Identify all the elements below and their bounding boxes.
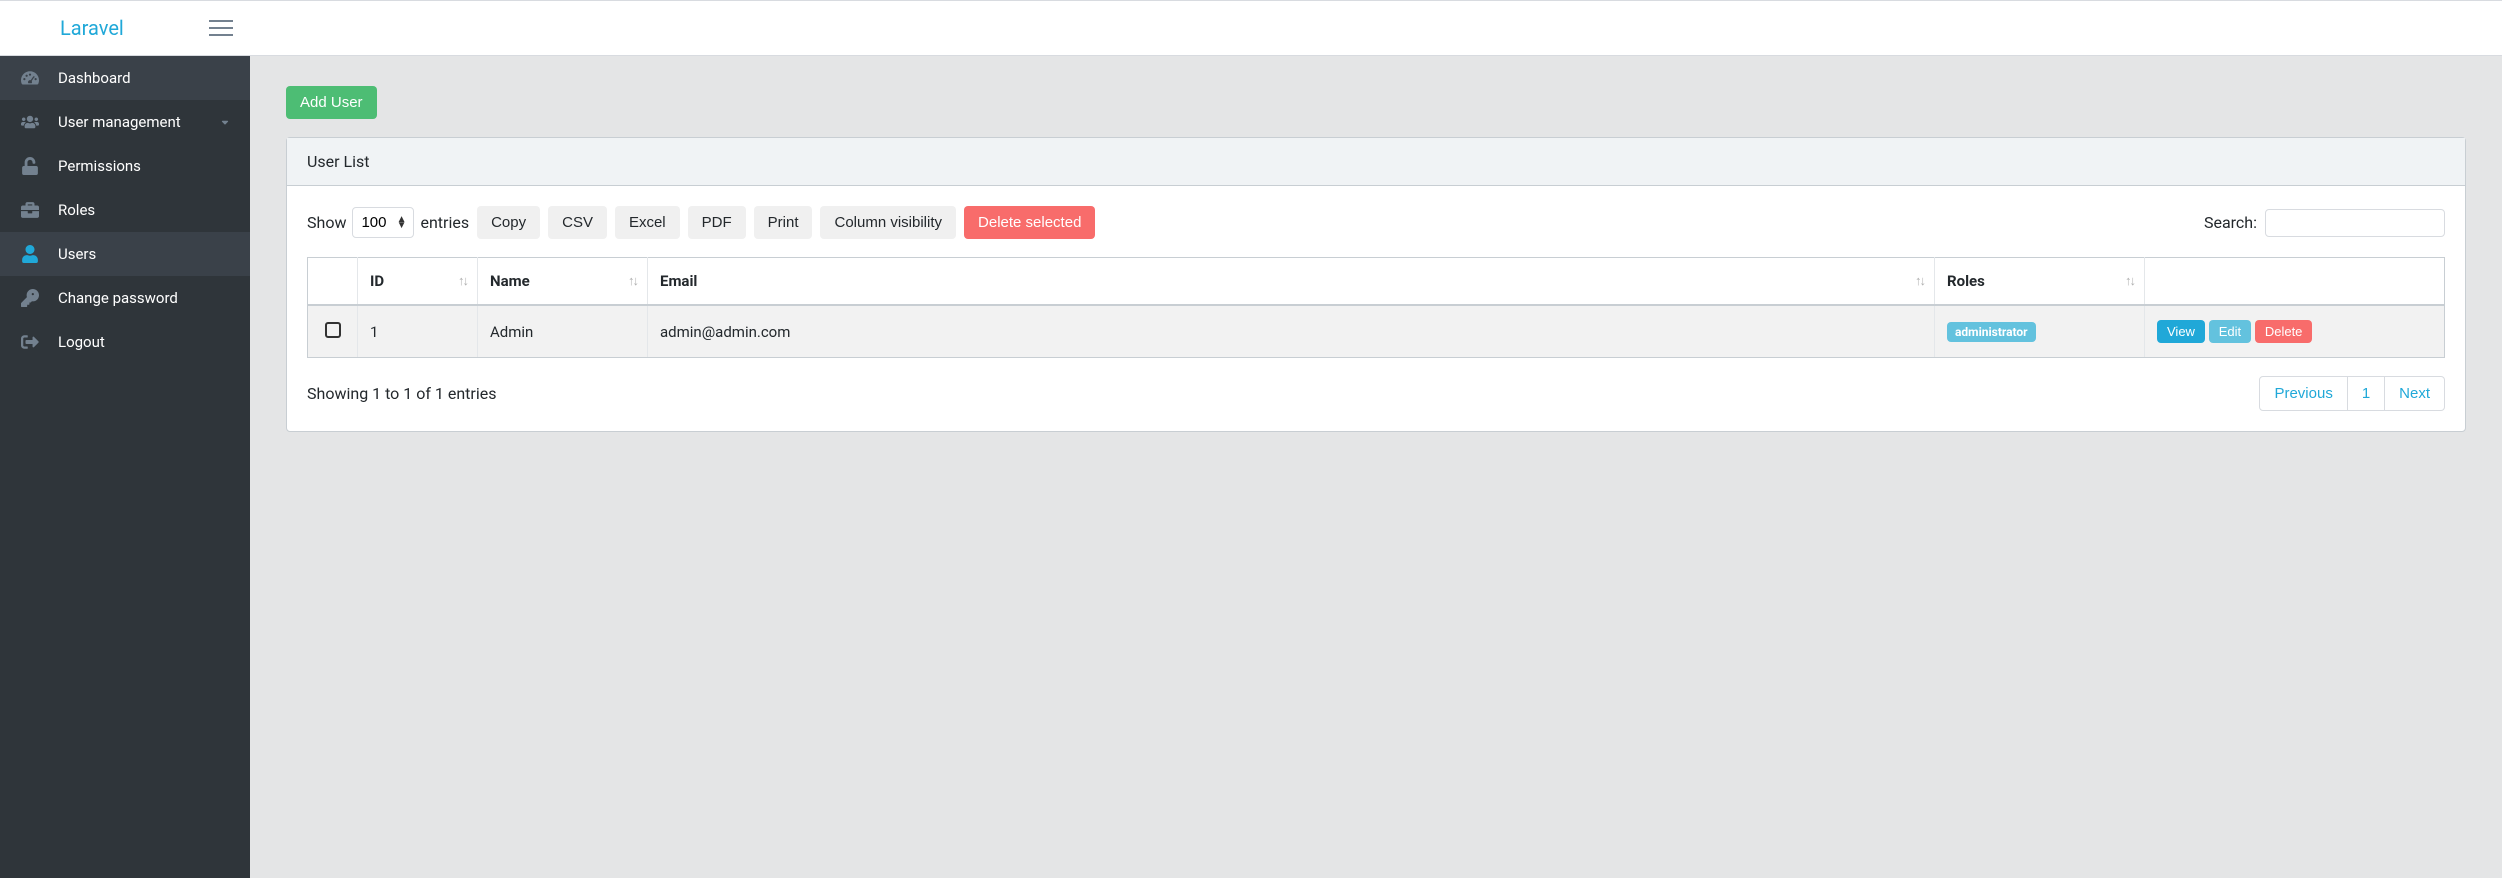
next-button[interactable]: Next (2385, 376, 2445, 411)
sidebar-item-change-password[interactable]: Change password (0, 276, 250, 320)
th-actions (2145, 258, 2445, 306)
table-info: Showing 1 to 1 of 1 entries (307, 384, 496, 403)
sign-out-icon (20, 333, 40, 351)
sidebar-item-label: User management (58, 113, 181, 131)
users-table: ID↑↓ Name↑↓ Email↑↓ Roles↑↓ 1 Admin ad (307, 257, 2445, 358)
sidebar-item-label: Logout (58, 333, 105, 351)
row-checkbox[interactable] (325, 322, 341, 338)
unlock-icon (20, 157, 40, 175)
length-suffix: entries (420, 213, 469, 232)
previous-button[interactable]: Previous (2259, 376, 2347, 411)
sidebar-item-label: Users (58, 245, 96, 263)
sidebar-item-permissions[interactable]: Permissions (0, 144, 250, 188)
user-list-card: User List Show 100 ▲▼ entries (286, 137, 2466, 432)
briefcase-icon (20, 201, 40, 219)
card-header: User List (287, 138, 2465, 186)
th-name[interactable]: Name↑↓ (478, 258, 648, 306)
pdf-button[interactable]: PDF (688, 206, 746, 239)
chevron-down-icon (220, 113, 230, 131)
content: Add User User List Show 100 ▲▼ (250, 56, 2502, 878)
search-label: Search: (2204, 213, 2257, 232)
sidebar-item-users[interactable]: Users (0, 232, 250, 276)
sidebar-item-label: Permissions (58, 157, 141, 175)
print-button[interactable]: Print (754, 206, 813, 239)
delete-selected-button[interactable]: Delete selected (964, 206, 1095, 239)
edit-button[interactable]: Edit (2209, 320, 2251, 343)
sidebar-item-roles[interactable]: Roles (0, 188, 250, 232)
length-select[interactable]: 100 (352, 207, 414, 238)
search-input[interactable] (2265, 209, 2445, 237)
copy-button[interactable]: Copy (477, 206, 540, 239)
tachometer-icon (20, 69, 40, 87)
sidebar: Dashboard User management Permissions Ro… (0, 56, 250, 878)
th-roles[interactable]: Roles↑↓ (1935, 258, 2145, 306)
table-row: 1 Admin admin@admin.com administrator Vi… (308, 305, 2445, 358)
sidebar-item-logout[interactable]: Logout (0, 320, 250, 364)
view-button[interactable]: View (2157, 320, 2205, 343)
cell-name: Admin (478, 305, 648, 358)
users-icon (20, 113, 40, 131)
sort-icon: ↑↓ (2125, 273, 2134, 289)
delete-button[interactable]: Delete (2255, 320, 2313, 343)
cell-email: admin@admin.com (648, 305, 1935, 358)
sort-icon: ↑↓ (628, 273, 637, 289)
hamburger-icon[interactable] (209, 16, 233, 40)
add-user-button[interactable]: Add User (286, 86, 377, 119)
sort-icon: ↑↓ (458, 273, 467, 289)
length-prefix: Show (307, 213, 346, 232)
user-icon (20, 245, 40, 263)
pagination: Previous 1 Next (2259, 376, 2445, 411)
role-badge: administrator (1947, 322, 2036, 342)
sidebar-item-user-management[interactable]: User management (0, 100, 250, 144)
column-visibility-button[interactable]: Column visibility (820, 206, 956, 239)
th-select[interactable] (308, 258, 358, 306)
csv-button[interactable]: CSV (548, 206, 607, 239)
key-icon (20, 289, 40, 307)
page-number-button[interactable]: 1 (2348, 376, 2385, 411)
sidebar-item-dashboard[interactable]: Dashboard (0, 56, 250, 100)
sort-icon: ↑↓ (1915, 273, 1924, 289)
topbar: Laravel (0, 0, 2502, 56)
brand-link[interactable]: Laravel (60, 16, 124, 40)
sidebar-item-label: Dashboard (58, 69, 131, 87)
th-id[interactable]: ID↑↓ (358, 258, 478, 306)
excel-button[interactable]: Excel (615, 206, 680, 239)
sidebar-item-label: Roles (58, 201, 95, 219)
sidebar-item-label: Change password (58, 289, 178, 307)
th-email[interactable]: Email↑↓ (648, 258, 1935, 306)
cell-id: 1 (358, 305, 478, 358)
